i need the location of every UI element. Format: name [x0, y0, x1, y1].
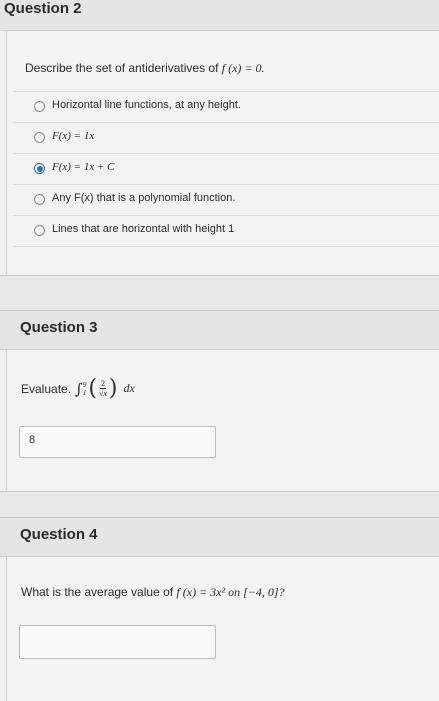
question-4-header: Question 4	[0, 518, 439, 557]
question-3-card: Question 3 Evaluate. ∫ 9 1 ( 2 √x ) dx 8	[0, 310, 439, 492]
radio-button[interactable]	[34, 132, 45, 143]
integral-lower: 1	[82, 388, 87, 397]
question-4-prompt-math: f (x) = 3x² on [−4, 0]?	[176, 585, 285, 599]
question-2-prompt-text: Describe the set of antiderivatives of	[25, 61, 222, 75]
question-4-title: Question 4	[20, 526, 98, 543]
option-1[interactable]: Horizontal line functions, at any height…	[13, 91, 439, 122]
right-paren: )	[108, 376, 118, 401]
radio-button[interactable]	[34, 101, 45, 112]
answer-input[interactable]	[19, 625, 216, 659]
radio-button[interactable]	[34, 194, 45, 205]
answer-input[interactable]: 8	[19, 426, 216, 458]
question-4-prompt: What is the average value of f (x) = 3x²…	[21, 585, 285, 600]
question-4-prompt-text: What is the average value of	[21, 585, 177, 599]
question-4-body: What is the average value of f (x) = 3x²…	[6, 557, 439, 701]
fraction-numerator: 2	[99, 379, 106, 389]
question-2-card: Question 2 Describe the set of antideriv…	[0, 0, 439, 276]
integral-limits: 9 1	[83, 381, 87, 397]
question-2-title: Question 2	[4, 0, 82, 17]
question-3-prompt: Evaluate. ∫ 9 1 ( 2 √x ) dx	[21, 376, 135, 401]
option-label: Lines that are horizontal with height 1	[52, 223, 235, 235]
option-2[interactable]: F(x) = 1x	[13, 122, 439, 153]
question-3-title: Question 3	[20, 319, 98, 336]
question-3-header: Question 3	[0, 311, 439, 350]
integral-sign: ∫	[75, 379, 83, 398]
option-label: Horizontal line functions, at any height…	[52, 99, 241, 111]
radio-button-selected[interactable]	[34, 163, 45, 174]
differential: dx	[123, 381, 135, 395]
question-2-prompt-math: f (x) = 0.	[221, 61, 265, 75]
question-2-body: Describe the set of antiderivatives of f…	[6, 31, 439, 274]
question-4-card: Question 4 What is the average value of …	[0, 517, 439, 701]
integrand-fraction: 2 √x	[99, 379, 107, 398]
fraction-denominator: √x	[98, 389, 107, 398]
answer-value: 8	[29, 434, 36, 446]
question-2-header: Question 2	[0, 0, 439, 31]
evaluate-label: Evaluate.	[21, 381, 72, 396]
radio-button[interactable]	[34, 225, 45, 236]
option-label: Any F(x) that is a polynomial function.	[52, 192, 236, 204]
option-4[interactable]: Any F(x) that is a polynomial function.	[13, 184, 439, 215]
left-paren: (	[88, 376, 97, 401]
answer-options: Horizontal line functions, at any height…	[13, 91, 439, 247]
integral-upper: 9	[82, 380, 87, 389]
option-5[interactable]: Lines that are horizontal with height 1	[13, 215, 439, 247]
option-label: F(x) = 1x + C	[52, 161, 115, 173]
option-label: F(x) = 1x	[52, 130, 95, 142]
question-2-prompt: Describe the set of antiderivatives of f…	[25, 61, 265, 76]
option-3[interactable]: F(x) = 1x + C	[13, 153, 439, 184]
question-3-body: Evaluate. ∫ 9 1 ( 2 √x ) dx 8	[6, 350, 439, 490]
